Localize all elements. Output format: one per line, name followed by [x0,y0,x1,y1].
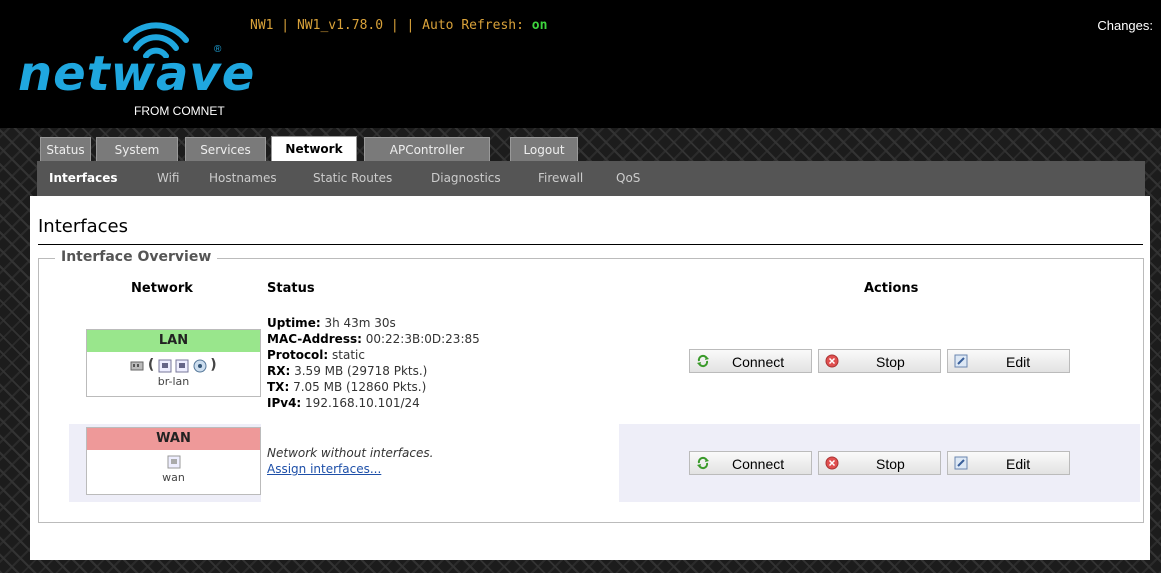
ipv4-value: 192.168.10.101/24 [301,396,420,410]
subtab-firewall[interactable]: Firewall [538,161,583,196]
ethernet-port-icon [158,359,172,373]
protocol-value: static [328,348,365,362]
edit-icon [954,456,968,470]
tab-network[interactable]: Network [271,136,357,162]
rx-value: 3.59 MB (29718 Pkts.) [290,364,428,378]
stop-icon [825,456,839,470]
device-name-lan: br-lan [157,375,190,388]
wan-status-details: Network without interfaces. Assign inter… [267,445,433,477]
interface-overview-section: Interface Overview Network Status Action… [38,249,1144,523]
header-bar: netwave ® FROM COMNET NW1 | NW1_v1.78.0 … [0,0,1161,128]
ipv4-label: IPv4: [267,396,302,410]
connect-button-lan[interactable]: Connect [689,349,812,373]
stop-button-lan[interactable]: Stop [818,349,941,373]
wireless-icon [193,359,207,373]
tab-system[interactable]: System [96,137,178,161]
tab-services[interactable]: Services [185,137,266,161]
lan-status-details: Uptime: 3h 43m 30s MAC-Address: 00:22:3B… [267,315,480,411]
wan-status-text: Network without interfaces. [267,446,434,460]
stop-icon [825,354,839,368]
status-column-header: Status [267,281,315,296]
device-status-line: NW1 | NW1_v1.78.0 | | Auto Refresh: on [250,18,547,33]
netwave-logo: netwave ® FROM COMNET [14,8,254,123]
rx-label: RX: [267,364,291,378]
logo-registered-mark: ® [214,44,222,55]
stop-label: Stop [876,456,905,472]
refresh-icon [697,354,709,368]
stop-button-wan[interactable]: Stop [818,451,941,475]
refresh-icon [697,456,709,470]
stop-label: Stop [876,354,905,370]
edit-label: Edit [1006,354,1031,370]
mac-label: MAC-Address: [267,332,362,346]
subtab-static-routes[interactable]: Static Routes [313,161,392,196]
subtab-hostnames[interactable]: Hostnames [209,161,277,196]
sub-navigation: Interfaces Wifi Hostnames Static Routes … [37,161,1145,196]
network-column-header: Network [131,281,193,296]
interface-row-wan: WAN wan Network without interfaces. Assi… [69,424,1140,502]
logo-subtitle: FROM COMNET [134,104,225,118]
connect-button-wan[interactable]: Connect [689,451,812,475]
edit-button-wan[interactable]: Edit [947,451,1070,475]
device-name-wan: wan [162,471,185,484]
auto-refresh-toggle[interactable]: on [532,18,548,33]
ethernet-port-icon [167,455,180,469]
tx-value: 7.05 MB (12860 Pkts.) [289,380,427,394]
connect-label: Connect [732,354,785,370]
protocol-label: Protocol: [267,348,329,362]
uptime-value: 3h 43m 30s [320,316,396,330]
uptime-label: Uptime: [267,316,321,330]
section-legend: Interface Overview [55,249,218,265]
device-group-close: ) [210,357,217,373]
interface-row-lan: LAN ( ) br-lan Uptime: 3h 43m 30s MAC-Ad… [69,309,1140,421]
main-content: Interfaces Interface Overview Network St… [30,196,1150,560]
ethernet-switch-icon [130,361,144,371]
network-badge-lan[interactable]: LAN ( ) br-lan [86,329,261,397]
lan-device-icons: ( ) [87,357,260,373]
page-title: Interfaces [38,216,128,237]
edit-label: Edit [1006,456,1031,472]
assign-interfaces-link[interactable]: Assign interfaces... [267,462,381,476]
wan-device-icons [87,455,260,469]
network-badge-wan[interactable]: WAN wan [86,427,261,495]
ethernet-port-icon [175,359,189,373]
subtab-interfaces[interactable]: Interfaces [49,161,118,196]
title-divider [38,244,1143,245]
mac-value: 00:22:3B:0D:23:85 [361,332,480,346]
changes-indicator[interactable]: Changes: [1097,18,1153,33]
tx-label: TX: [267,380,290,394]
edit-button-lan[interactable]: Edit [947,349,1070,373]
device-version-text: NW1 | NW1_v1.78.0 | | Auto Refresh: [250,18,532,33]
subtab-wifi[interactable]: Wifi [157,161,180,196]
tab-logout[interactable]: Logout [510,137,578,161]
network-name-wan: WAN [87,428,260,450]
network-name-lan: LAN [87,330,260,352]
connect-label: Connect [732,456,785,472]
subtab-diagnostics[interactable]: Diagnostics [431,161,501,196]
subtab-qos[interactable]: QoS [616,161,640,196]
tab-status[interactable]: Status [40,137,91,161]
column-separator [617,424,619,502]
tab-apcontroller[interactable]: APController [364,137,490,161]
edit-icon [954,354,968,368]
device-group-open: ( [147,357,155,373]
actions-column-header: Actions [864,281,919,296]
